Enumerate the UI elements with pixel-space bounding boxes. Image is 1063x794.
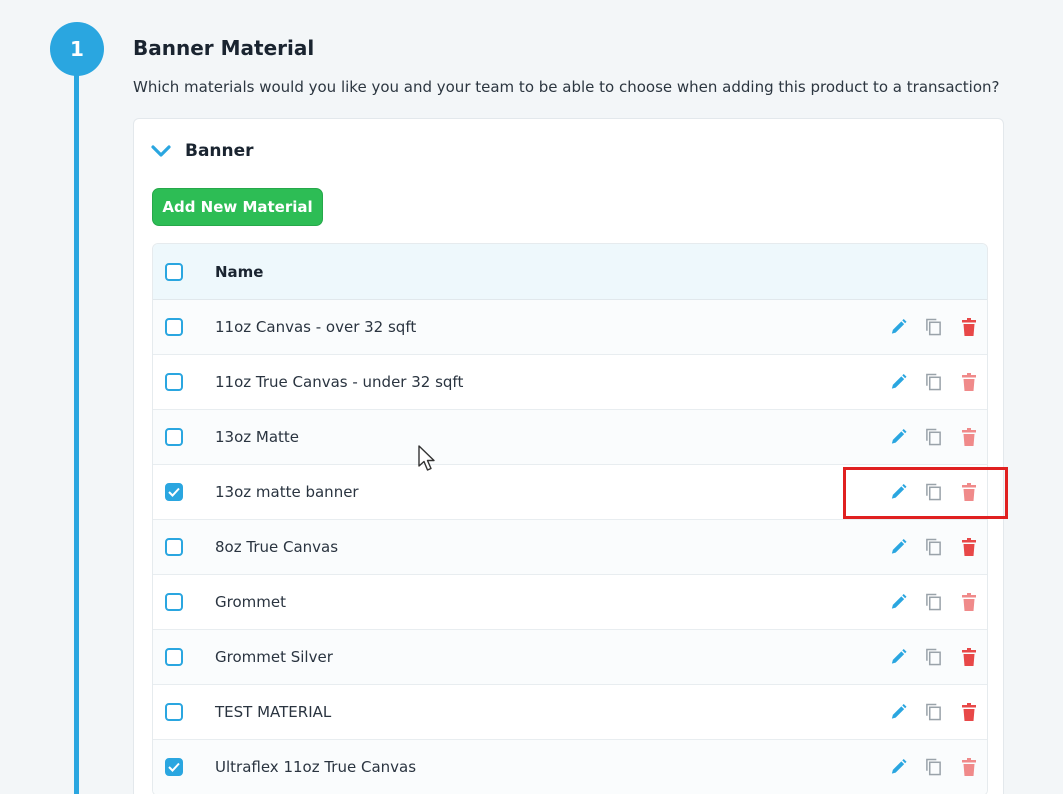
edit-icon[interactable] xyxy=(890,317,907,337)
chevron-down-icon[interactable] xyxy=(151,144,171,158)
copy-icon[interactable] xyxy=(925,317,942,337)
material-name: Grommet xyxy=(215,593,286,611)
table-row[interactable]: Grommet xyxy=(153,575,987,630)
edit-icon[interactable] xyxy=(890,537,907,557)
row-checkbox[interactable] xyxy=(165,428,183,446)
material-name: 13oz Matte xyxy=(215,428,300,446)
copy-icon[interactable] xyxy=(925,592,942,612)
select-all-checkbox[interactable] xyxy=(165,262,183,281)
row-checkbox[interactable] xyxy=(165,648,183,666)
row-checkbox[interactable] xyxy=(165,483,183,501)
row-actions xyxy=(890,427,977,447)
delete-icon[interactable] xyxy=(960,537,977,557)
edit-icon[interactable] xyxy=(890,647,907,667)
edit-icon[interactable] xyxy=(890,372,907,392)
delete-icon[interactable] xyxy=(960,372,977,392)
table-row[interactable]: 11oz Canvas - over 32 sqft xyxy=(153,300,987,355)
step-timeline-line xyxy=(74,70,79,794)
delete-icon[interactable] xyxy=(960,702,977,722)
row-checkbox[interactable] xyxy=(165,593,183,611)
material-name: 11oz True Canvas - under 32 sqft xyxy=(215,373,464,391)
group-label: Banner xyxy=(185,141,254,161)
step-number-badge: 1 xyxy=(50,22,104,76)
row-checkbox[interactable] xyxy=(165,538,183,556)
table-row[interactable]: 8oz True Canvas xyxy=(153,520,987,575)
add-new-material-button[interactable]: Add New Material xyxy=(152,188,323,226)
table-header: Name xyxy=(153,244,987,300)
section-description: Which materials would you like you and y… xyxy=(133,78,1000,96)
delete-icon[interactable] xyxy=(960,317,977,337)
row-actions xyxy=(890,592,977,612)
row-checkbox[interactable] xyxy=(165,318,183,336)
edit-icon[interactable] xyxy=(890,592,907,612)
table-row[interactable]: Ultraflex 11oz True Canvas xyxy=(153,740,987,794)
row-checkbox[interactable] xyxy=(165,758,183,776)
row-actions xyxy=(890,372,977,392)
row-actions xyxy=(890,702,977,722)
material-name: 13oz matte banner xyxy=(215,483,359,501)
materials-card: Banner Add New Material Name 11oz Canvas… xyxy=(133,118,1004,794)
row-actions xyxy=(890,757,977,777)
table-body: 11oz Canvas - over 32 sqft 11oz True Canv… xyxy=(153,300,987,794)
delete-icon[interactable] xyxy=(960,427,977,447)
table-row[interactable]: 13oz Matte xyxy=(153,410,987,465)
row-actions xyxy=(890,647,977,667)
row-checkbox[interactable] xyxy=(165,373,183,391)
table-row[interactable]: Grommet Silver xyxy=(153,630,987,685)
copy-icon[interactable] xyxy=(925,427,942,447)
mouse-cursor-icon xyxy=(418,445,435,471)
copy-icon[interactable] xyxy=(925,757,942,777)
copy-icon[interactable] xyxy=(925,647,942,667)
edit-icon[interactable] xyxy=(890,427,907,447)
row-actions xyxy=(890,537,977,557)
table-row[interactable]: TEST MATERIAL xyxy=(153,685,987,740)
table-row[interactable]: 11oz True Canvas - under 32 sqft xyxy=(153,355,987,410)
column-header-name[interactable]: Name xyxy=(215,263,263,281)
material-name: Ultraflex 11oz True Canvas xyxy=(215,758,417,776)
edit-icon[interactable] xyxy=(890,757,907,777)
material-name: Grommet Silver xyxy=(215,648,333,666)
delete-icon[interactable] xyxy=(960,592,977,612)
row-checkbox[interactable] xyxy=(165,703,183,721)
delete-icon[interactable] xyxy=(960,647,977,667)
delete-icon[interactable] xyxy=(960,757,977,777)
section-title: Banner Material xyxy=(133,36,315,60)
material-name: TEST MATERIAL xyxy=(215,703,332,721)
material-name: 8oz True Canvas xyxy=(215,538,339,556)
copy-icon[interactable] xyxy=(925,537,942,557)
copy-icon[interactable] xyxy=(925,372,942,392)
highlight-annotation-box xyxy=(843,467,1008,519)
material-name: 11oz Canvas - over 32 sqft xyxy=(215,318,417,336)
edit-icon[interactable] xyxy=(890,702,907,722)
group-header-banner[interactable]: Banner xyxy=(151,141,254,161)
copy-icon[interactable] xyxy=(925,702,942,722)
row-actions xyxy=(890,317,977,337)
